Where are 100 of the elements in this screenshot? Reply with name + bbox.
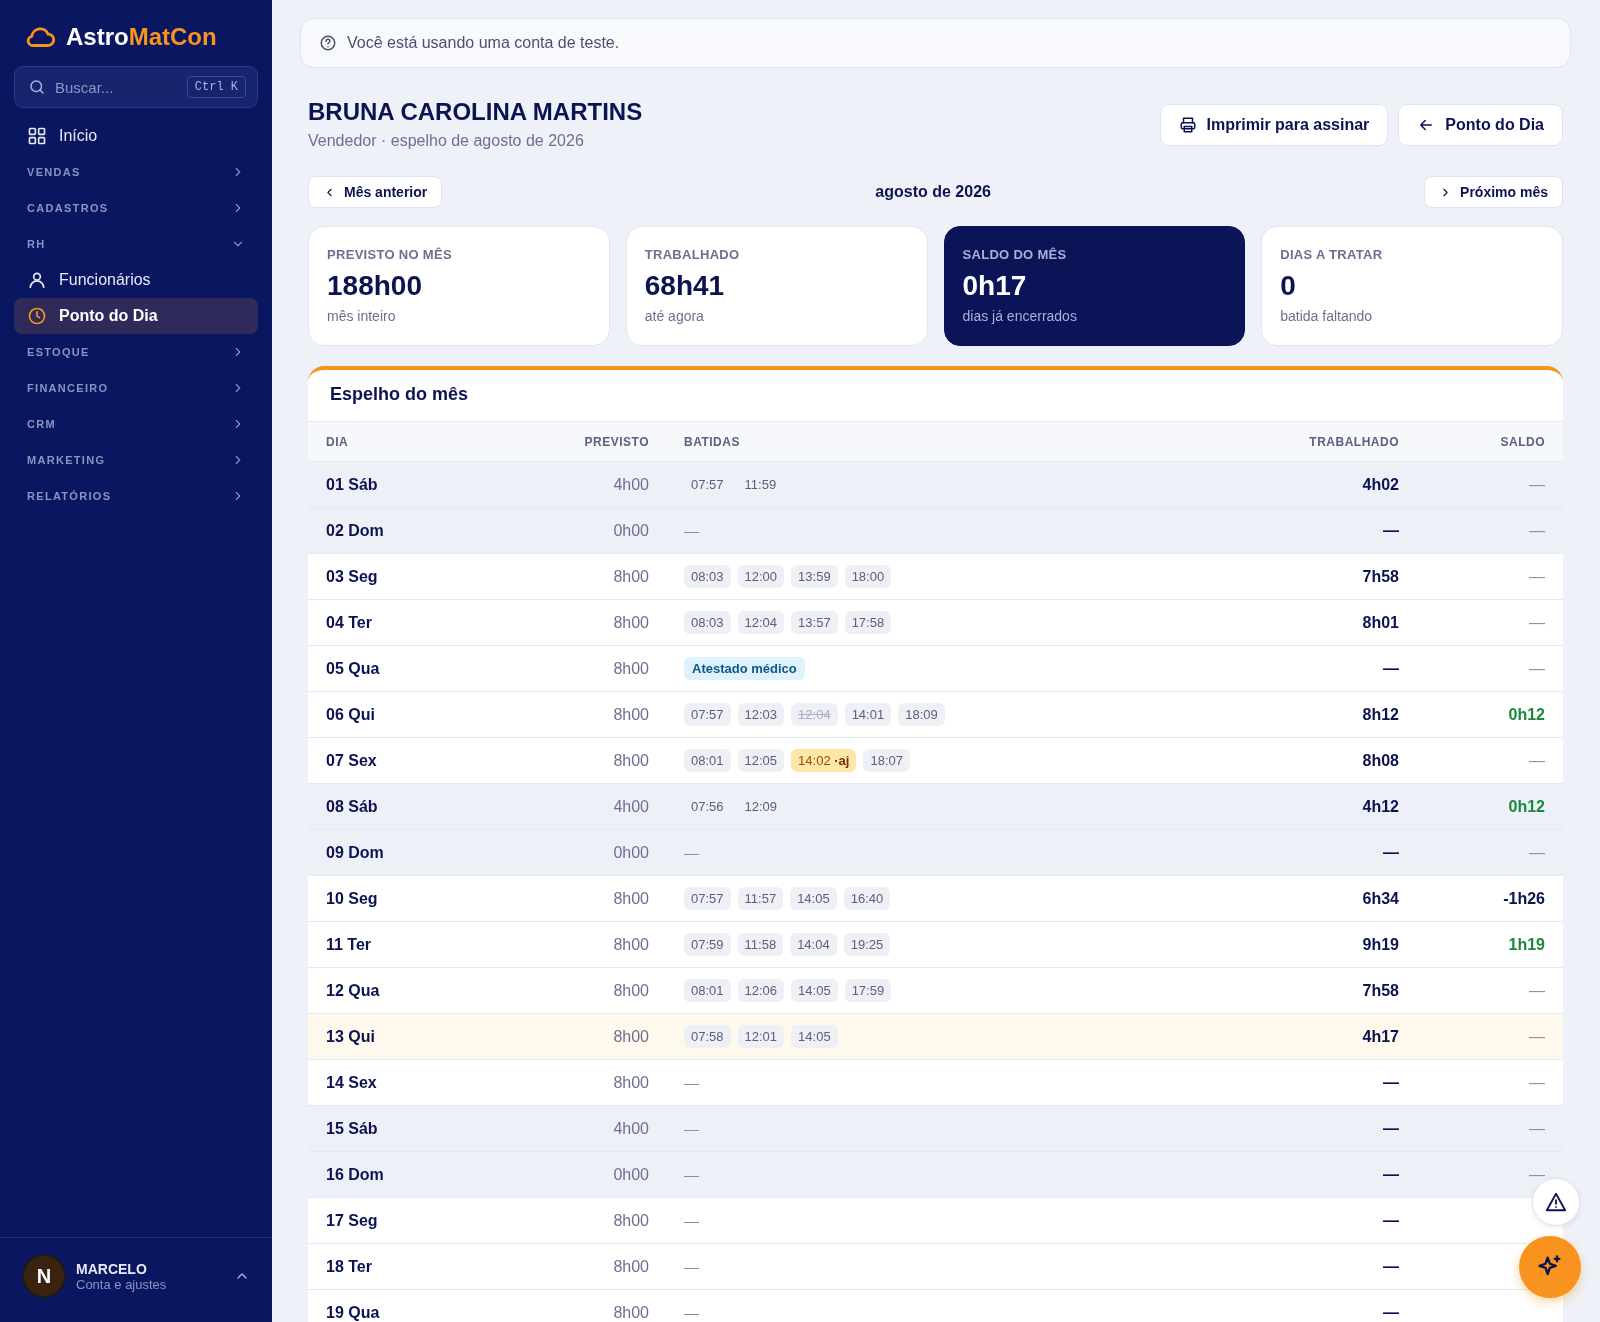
worked-cell: 4h17 xyxy=(1362,1027,1399,1046)
expected-cell: 8h00 xyxy=(613,751,649,770)
punch-chip: 07:59 xyxy=(684,933,731,956)
worked-cell: 6h34 xyxy=(1362,889,1399,908)
worked-cell: — xyxy=(1383,1119,1399,1138)
punch-chip: 14:02 ·aj xyxy=(791,749,857,772)
punch-chip: 14:05 xyxy=(791,979,838,1002)
punch-chip: 11:58 xyxy=(737,933,784,956)
balance-cell: 0h12 xyxy=(1508,705,1545,724)
expected-cell: 8h00 xyxy=(613,613,649,632)
worked-cell: 7h58 xyxy=(1362,567,1399,586)
punch-chip: 16:40 xyxy=(843,887,891,910)
stat-label: DIAS A TRATAR xyxy=(1280,247,1384,262)
warning-icon xyxy=(1545,1191,1567,1213)
day-cell-text: 10 Seg xyxy=(326,889,379,908)
empty-cell: — xyxy=(684,1074,699,1091)
employee-subtitle: Vendedor · espelho de agosto de 2026 xyxy=(308,132,585,150)
punch-chip: 08:03 xyxy=(684,565,731,588)
nav-section[interactable]: CRM xyxy=(14,406,258,442)
nav-section[interactable]: ESTOQUE xyxy=(14,334,258,370)
nav-section[interactable]: RELATÓRIOS xyxy=(14,478,258,514)
stat-value: 0 xyxy=(1280,270,1297,302)
worked-cell: — xyxy=(1383,659,1399,678)
brand-name: AstroMatCon xyxy=(66,23,217,51)
expected-cell: 4h00 xyxy=(613,1119,649,1138)
punch-chip: 14:05 xyxy=(790,887,837,910)
worked-cell: — xyxy=(1383,1257,1399,1276)
punch-chip: 19:25 xyxy=(843,933,891,956)
punch-chip: 12:04 xyxy=(791,703,838,726)
nav-section[interactable]: MARKETING xyxy=(14,442,258,478)
employee-name: BRUNA CAROLINA MARTINS xyxy=(308,98,643,126)
empty-cell: — xyxy=(684,844,699,861)
nav-section[interactable]: CADASTROS xyxy=(14,190,258,226)
nav-section[interactable]: RH xyxy=(14,226,258,262)
punch-chip: 13:57 xyxy=(791,611,838,634)
punch-chip: 14:05 xyxy=(791,1025,838,1048)
day-cell-text: 13 Qui xyxy=(326,1027,376,1046)
day-cell-text: 07 Sex xyxy=(326,751,378,770)
worked-cell: 8h08 xyxy=(1362,751,1399,770)
print-button[interactable]: Imprimir para assinar xyxy=(1159,104,1389,146)
day-cell-text: 06 Qui xyxy=(326,705,376,724)
nav-item[interactable]: Ponto do Dia xyxy=(14,298,258,334)
punch-chip: 17:58 xyxy=(844,611,892,634)
nav-section[interactable]: VENDAS xyxy=(14,154,258,190)
punch-chip: 07:57 xyxy=(684,887,731,910)
balance-cell: — xyxy=(1529,1165,1545,1184)
nav-item[interactable]: Funcionários xyxy=(14,262,258,298)
punch-chip: 18:09 xyxy=(898,703,945,726)
worked-cell: 4h02 xyxy=(1362,475,1399,494)
column-header: BATIDAS xyxy=(683,434,741,449)
punch-chip: 12:03 xyxy=(737,703,785,726)
nav-item[interactable]: Início xyxy=(14,118,258,154)
empty-cell: — xyxy=(684,1120,699,1137)
next-month-button[interactable]: Próximo mês xyxy=(1424,176,1563,208)
day-cell-text: 15 Sáb xyxy=(326,1119,379,1138)
stat-value: 0h17 xyxy=(962,270,1028,302)
expected-cell: 8h00 xyxy=(613,1211,649,1230)
clock-icon xyxy=(27,306,47,326)
back-button[interactable]: Ponto do Dia xyxy=(1398,104,1563,146)
punch-chip: 12:06 xyxy=(737,979,785,1002)
day-cell-text: 05 Qua xyxy=(326,659,381,678)
punch-chip: 08:01 xyxy=(684,749,731,772)
punch-chip: 14:01 xyxy=(844,703,892,726)
stat-note: batida faltando xyxy=(1280,308,1374,324)
expected-cell: 4h00 xyxy=(613,797,649,816)
balance-cell: -1h26 xyxy=(1503,889,1545,908)
worked-cell: 9h19 xyxy=(1362,935,1399,954)
day-cell-text: 02 Dom xyxy=(326,521,385,540)
expected-cell: 0h00 xyxy=(613,521,649,540)
punch-chip: 12:01 xyxy=(737,1025,785,1048)
search-icon xyxy=(28,78,46,96)
day-cell-text: 04 Ter xyxy=(326,613,373,632)
expected-cell: 8h00 xyxy=(613,1257,649,1276)
punch-chip: 08:01 xyxy=(684,979,731,1002)
shortcut-hint: Ctrl K xyxy=(186,76,246,98)
empty-cell: — xyxy=(684,1258,699,1275)
nav-section[interactable]: FINANCEIRO xyxy=(14,370,258,406)
expected-cell: 4h00 xyxy=(613,475,649,494)
balance-cell: — xyxy=(1529,1073,1545,1092)
worked-cell: 8h01 xyxy=(1362,613,1399,632)
punch-chip: 18:07 xyxy=(863,749,910,772)
worked-cell: — xyxy=(1383,521,1399,540)
punch-chip: 12:00 xyxy=(737,565,785,588)
punch-chip: 12:04 xyxy=(737,611,785,634)
stat-value: 68h41 xyxy=(644,270,726,302)
balance-cell: — xyxy=(1529,1027,1545,1046)
empty-cell: — xyxy=(684,1212,699,1229)
balance-cell: — xyxy=(1529,843,1545,862)
day-cell-text: 16 Dom xyxy=(326,1165,385,1184)
empty-cell: — xyxy=(684,1304,699,1321)
day-cell-text: 12 Qua xyxy=(326,981,381,1000)
account-link[interactable]: Conta e ajustes xyxy=(76,1276,224,1292)
previous-month-button[interactable]: Mês anterior xyxy=(308,176,443,208)
stat-label: PREVISTO NO MÊS xyxy=(327,247,453,262)
punch-chip: 11:57 xyxy=(737,887,784,910)
expected-cell: 8h00 xyxy=(613,1027,649,1046)
day-cell-text: 08 Sáb xyxy=(326,797,379,816)
notice-text: Você está usando uma conta de teste. xyxy=(347,34,620,52)
day-cell-text: 03 Seg xyxy=(326,567,379,586)
punch-chip: 17:59 xyxy=(844,979,892,1002)
